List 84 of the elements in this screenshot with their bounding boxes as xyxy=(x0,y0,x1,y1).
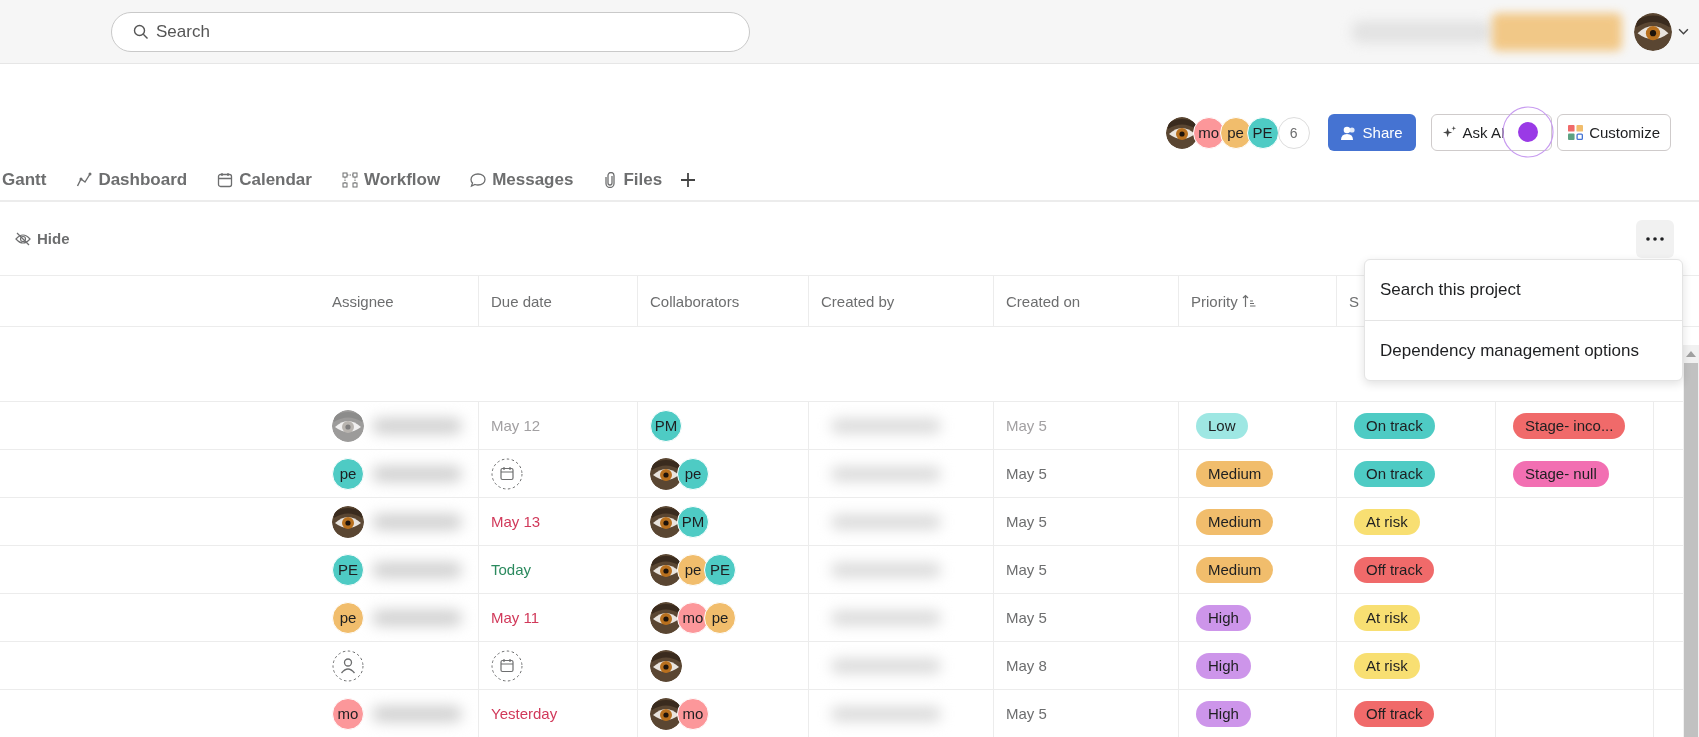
view-tab[interactable]: Gantt xyxy=(2,170,47,190)
created-date: May 5 xyxy=(1006,561,1047,578)
menu-item[interactable]: Search this project xyxy=(1365,260,1682,320)
user-avatar: PM xyxy=(650,409,682,442)
view-tab[interactable]: Workflow xyxy=(341,170,441,190)
user-avatar: mo xyxy=(332,697,364,730)
column-header[interactable]: Created on xyxy=(1006,292,1081,310)
created-date: May 5 xyxy=(1006,705,1047,722)
status-tag[interactable]: Off track xyxy=(1354,556,1435,583)
status-tag[interactable]: Off track xyxy=(1354,700,1435,727)
scrollbar[interactable] xyxy=(1683,345,1699,737)
scroll-up-icon[interactable] xyxy=(1686,351,1696,357)
status-tag[interactable]: At risk xyxy=(1354,604,1420,631)
more-options-button[interactable] xyxy=(1636,219,1674,258)
priority-tag[interactable]: Medium xyxy=(1196,556,1274,583)
view-tab[interactable]: Dashboard xyxy=(76,170,188,190)
hide-button[interactable]: Hide xyxy=(15,230,70,247)
column-header[interactable]: Due date xyxy=(491,292,552,310)
created-date: May 5 xyxy=(1006,417,1047,434)
column-header[interactable]: Assignee xyxy=(332,292,394,310)
speech-bubble-icon xyxy=(470,172,487,188)
due-date[interactable]: Today xyxy=(491,561,532,578)
user-avatar: pe xyxy=(332,601,364,634)
user-avatar: mo xyxy=(1192,116,1225,149)
add-icon[interactable] xyxy=(680,172,697,188)
view-tab[interactable]: Files xyxy=(603,170,663,190)
priority-tag[interactable]: Medium xyxy=(1196,460,1274,487)
column-header[interactable]: Created by xyxy=(821,292,895,310)
due-date[interactable]: Yesterday xyxy=(491,705,558,722)
paperclip-icon xyxy=(603,172,618,188)
chevron-down-icon[interactable] xyxy=(1678,28,1689,35)
people-icon xyxy=(1340,125,1357,140)
share-button[interactable]: Share xyxy=(1327,114,1416,151)
scrollbar-thumb[interactable] xyxy=(1684,363,1698,737)
status-tag[interactable]: On track xyxy=(1354,460,1435,487)
user-avatar: pe xyxy=(1219,116,1252,149)
user-avatar: mo xyxy=(677,601,709,634)
column-header[interactable]: Priority xyxy=(1191,292,1256,310)
workflow-icon xyxy=(341,172,358,188)
user-avatar: PE xyxy=(1246,116,1279,149)
ellipsis-icon xyxy=(1646,236,1664,241)
calendar-icon[interactable] xyxy=(491,649,523,682)
menu-item[interactable]: Dependency management options xyxy=(1365,320,1682,380)
view-tab[interactable]: Calendar xyxy=(217,170,312,190)
user-avatar: pe xyxy=(704,601,736,634)
calendar-icon[interactable] xyxy=(491,457,523,490)
stage-tag[interactable]: Stage- null xyxy=(1513,460,1609,487)
search-icon xyxy=(133,23,149,40)
status-tag[interactable]: On track xyxy=(1354,412,1435,439)
member-count[interactable]: 6 xyxy=(1277,116,1310,149)
priority-tag[interactable]: Medium xyxy=(1196,508,1274,535)
status-tag[interactable]: At risk xyxy=(1354,652,1420,679)
due-date[interactable]: May 13 xyxy=(491,513,541,530)
assign-person-icon[interactable] xyxy=(332,649,364,682)
grid-icon xyxy=(1568,125,1584,140)
priority-tag[interactable]: High xyxy=(1196,700,1251,727)
user-avatar: PE xyxy=(704,553,736,586)
user-avatar: PE xyxy=(332,553,364,586)
column-header[interactable]: S xyxy=(1349,292,1359,310)
priority-tag[interactable]: High xyxy=(1196,604,1251,631)
user-avatar: pe xyxy=(677,553,709,586)
sparkle-icon xyxy=(1441,125,1457,140)
created-date: May 5 xyxy=(1006,465,1047,482)
user-avatar: pe xyxy=(332,457,364,490)
created-date: May 5 xyxy=(1006,513,1047,530)
sort-ascending-icon[interactable] xyxy=(1241,294,1256,308)
line-chart-icon xyxy=(76,172,93,188)
created-date: May 8 xyxy=(1006,657,1047,674)
status-tag[interactable]: At risk xyxy=(1354,508,1420,535)
user-avatar: PM xyxy=(677,505,709,538)
stage-tag[interactable]: Stage- inco... xyxy=(1513,412,1626,439)
created-date: May 5 xyxy=(1006,609,1047,626)
ask-ai-button[interactable]: Ask AI xyxy=(1430,114,1553,151)
search-field[interactable]: Search xyxy=(111,11,750,52)
user-avatar: pe xyxy=(677,457,709,490)
eye-slash-icon xyxy=(15,231,31,246)
calendar-icon xyxy=(217,172,234,188)
view-tab[interactable]: Messages xyxy=(470,170,574,190)
due-date[interactable]: May 11 xyxy=(491,609,540,626)
priority-tag[interactable]: High xyxy=(1196,652,1251,679)
priority-tag[interactable]: Low xyxy=(1196,412,1248,439)
column-header[interactable]: Collaborators xyxy=(650,292,740,310)
customize-button[interactable]: Customize xyxy=(1557,114,1671,151)
user-avatar: mo xyxy=(677,697,709,730)
